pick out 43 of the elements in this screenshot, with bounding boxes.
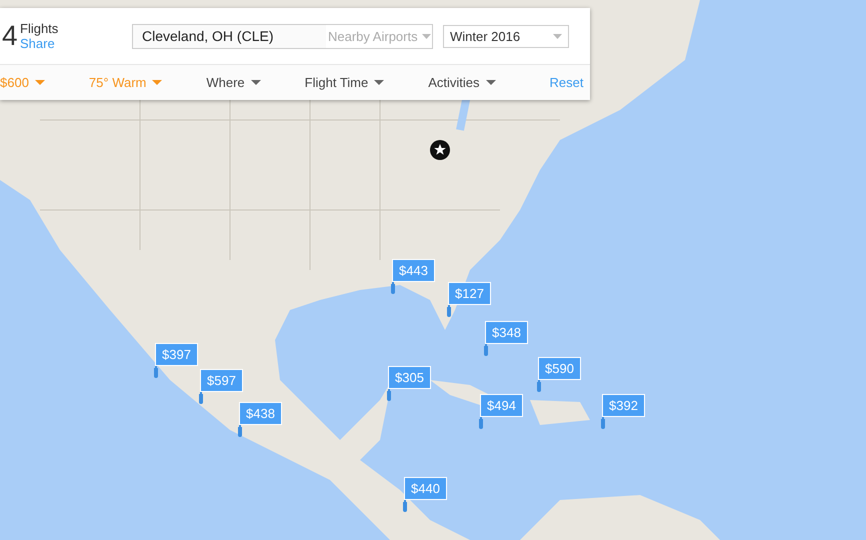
filter-dropdown[interactable]: 75° Warm [88, 75, 162, 90]
price-pin[interactable]: $305 [388, 366, 431, 389]
share-link[interactable]: Share [20, 36, 130, 51]
origin-value: Cleveland, OH (CLE) [133, 24, 326, 48]
star-marker-icon[interactable] [430, 140, 450, 160]
pin-stem [404, 500, 406, 508]
filter-dropdown[interactable]: Activities [428, 75, 496, 90]
caret-icon [374, 80, 384, 85]
flights-label: Flights [20, 21, 60, 36]
caret-icon [422, 34, 431, 38]
filter-dropdown[interactable]: Flight Time [304, 75, 384, 90]
caret-icon [34, 80, 45, 85]
pin-stem [200, 392, 202, 400]
price-pin[interactable]: $590 [538, 357, 581, 380]
price-pin[interactable]: $348 [485, 321, 528, 344]
pin-stem [155, 366, 157, 374]
price-pin[interactable]: $397 [155, 343, 198, 366]
price-pin[interactable]: $494 [480, 394, 523, 417]
price-pin[interactable]: $597 [200, 369, 243, 392]
reset-link[interactable]: Reset [550, 75, 584, 90]
filter-dropdown[interactable]: Where [206, 75, 261, 90]
pin-stem [448, 305, 450, 313]
pin-stem [538, 380, 540, 388]
filter-dropdown[interactable]: $600 [0, 75, 45, 90]
nearby-airports-dropdown[interactable]: Nearby Airports [326, 28, 431, 44]
price-pin[interactable]: $438 [239, 402, 282, 425]
pin-stem [239, 425, 241, 433]
pin-stem [480, 417, 482, 425]
origin-field[interactable]: Cleveland, OH (CLE) Nearby Airports [132, 24, 433, 48]
pin-stem [392, 282, 394, 290]
price-pin[interactable]: $392 [602, 394, 645, 417]
caret-icon [152, 80, 162, 85]
price-pin[interactable]: $443 [392, 259, 435, 282]
caret-icon [486, 80, 496, 85]
flight-count: 4 [2, 20, 16, 52]
price-pin[interactable]: $127 [448, 282, 491, 305]
pin-stem [602, 417, 604, 425]
season-dropdown[interactable]: Winter 2016 [443, 24, 569, 48]
caret-icon [553, 34, 562, 38]
price-pin[interactable]: $440 [404, 477, 447, 500]
caret-icon [250, 80, 261, 85]
pin-stem [485, 344, 487, 352]
pin-stem [388, 389, 390, 397]
